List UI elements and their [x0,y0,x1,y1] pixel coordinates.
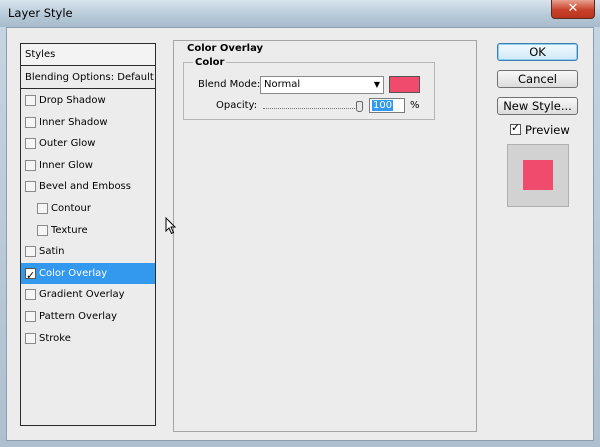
style-checkbox[interactable] [25,311,36,322]
preview-checkbox[interactable]: ✓ [510,121,521,135]
blend-mode-label: Blend Mode: [198,79,261,90]
mouse-pointer-icon [165,217,177,235]
style-checkbox[interactable] [25,181,36,193]
style-item-label: Satin [39,246,65,258]
preview-swatch [523,160,553,190]
style-item[interactable]: Inner Shadow [21,112,155,133]
preview-thumbnail [507,144,569,207]
style-item[interactable]: Satin [21,241,155,262]
style-item-label: Gradient Overlay [39,289,125,301]
style-item[interactable]: Drop Shadow [21,90,155,111]
style-checkbox[interactable] [25,289,36,301]
style-checkbox[interactable] [25,95,36,106]
close-icon: ✕ [567,1,579,16]
style-item-label: Contour [51,203,91,214]
style-item[interactable]: Inner Glow [21,155,155,176]
ok-button[interactable]: OK [497,43,578,61]
opacity-slider-thumb[interactable] [356,101,363,112]
style-item-label: Color Overlay [39,267,108,279]
opacity-input[interactable]: 100 [369,98,405,113]
style-item[interactable]: Stroke [21,328,155,349]
style-checkbox[interactable] [25,246,36,258]
close-button[interactable]: ✕ [551,0,595,19]
checkmark-icon: ✓ [511,121,521,134]
styles-list: Styles Blending Options: Default Drop Sh… [20,43,156,426]
style-item[interactable]: Gradient Overlay [21,284,155,305]
style-item-label: Pattern Overlay [39,311,118,322]
style-item[interactable]: Contour [21,198,155,219]
style-item-label: Inner Glow [39,159,93,171]
preview-label: Preview [525,123,570,137]
new-style-button[interactable]: New Style... [497,97,578,115]
style-checkbox[interactable] [25,332,36,344]
style-item-label: Outer Glow [39,138,96,150]
style-item-label: Texture [51,224,88,236]
style-item[interactable]: Outer Glow [21,133,155,154]
opacity-slider-track[interactable] [263,108,363,109]
opacity-value: 100 [372,100,394,111]
style-item[interactable]: Bevel and Emboss [21,176,155,197]
style-checkbox[interactable] [25,116,36,128]
title-bar[interactable]: Layer Style ✕ [0,0,600,27]
styles-header[interactable]: Styles [21,44,155,66]
blending-options-item[interactable]: Blending Options: Default [21,67,155,89]
cancel-button[interactable]: Cancel [497,70,578,88]
window-title: Layer Style [8,6,73,20]
style-checkbox[interactable] [37,203,48,214]
style-item-label: Bevel and Emboss [39,181,131,193]
blend-mode-value: Normal [264,79,301,90]
section-title: Color Overlay [187,43,264,54]
dialog-body: Styles Blending Options: Default Drop Sh… [6,27,594,441]
style-checkbox[interactable] [25,138,36,150]
overlay-color-swatch[interactable] [389,76,420,93]
color-group-title: Color [193,57,227,68]
style-item[interactable]: ✓ Color Overlay [21,262,155,284]
style-item-label: Stroke [39,332,71,344]
opacity-label: Opacity: [216,100,258,111]
opacity-unit: % [410,100,420,111]
blend-mode-select[interactable]: Normal ▼ [260,76,384,94]
style-item-label: Drop Shadow [39,95,106,106]
style-checkbox[interactable] [37,224,48,236]
dropdown-arrow-icon: ▼ [373,80,380,89]
style-item[interactable]: Texture [21,220,155,241]
style-item-label: Inner Shadow [39,116,108,128]
style-checkbox[interactable]: ✓ [25,267,36,282]
style-item[interactable]: Pattern Overlay [21,306,155,327]
style-checkbox[interactable] [25,159,36,171]
checkmark-icon: ✓ [26,268,36,282]
layer-style-dialog: Layer Style ✕ Styles Blending Options: D… [0,0,600,447]
